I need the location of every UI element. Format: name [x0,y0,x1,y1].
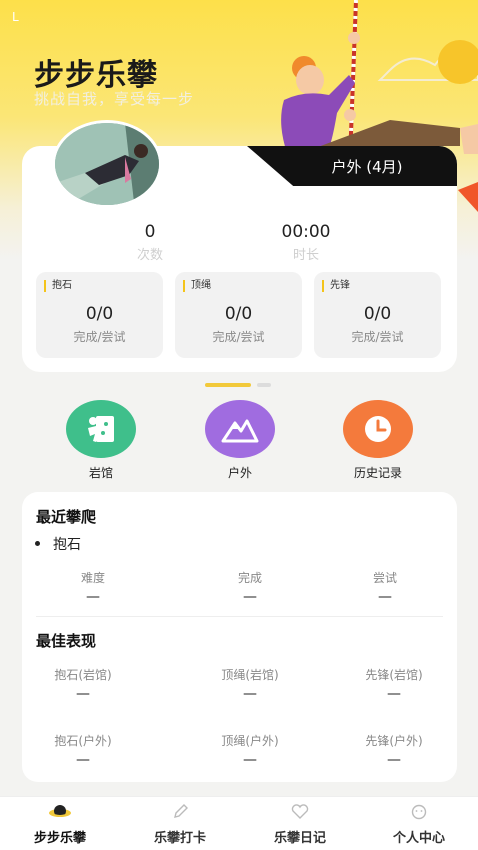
col-value: — [387,686,401,702]
tab-checkin[interactable]: 乐攀打卡 [125,803,235,846]
best-lead-gym: 先锋(岩馆) — [339,666,449,702]
type-caption: 完成/尝试 [351,330,404,344]
col-value: — [76,686,90,702]
recent-item-label: 抱石 [53,537,81,553]
app-subtitle: 挑战自我，享受每一步 [34,90,195,108]
col-value: — [243,589,257,605]
quick-action-label: 户外 [227,466,252,480]
col-header: 顶绳(户外) [221,734,279,748]
duration-label: 时长 [292,248,319,263]
col-value: — [243,686,257,702]
quick-action-outdoor[interactable]: 户外 [205,400,275,481]
tab-label: 个人中心 [392,831,445,846]
col-value: — [243,752,257,768]
status-mark: L [12,10,19,24]
tab-diary[interactable]: 乐攀日记 [245,803,355,846]
type-value: 0/0 [224,304,253,324]
pager-dots [205,383,275,387]
mountain-icon[interactable] [205,400,275,458]
gym-icon[interactable] [66,400,136,458]
tab-label: 乐攀打卡 [153,831,206,846]
quick-action-label: 历史记录 [353,466,402,480]
pencil-icon [125,803,235,821]
clock-icon[interactable] [343,400,413,458]
quick-action-gym[interactable]: 岩馆 [66,400,136,481]
col-value: — [387,752,401,768]
type-card-bouldering[interactable]: 抱石 0/0 完成/尝试 [36,272,163,358]
best-title: 最佳表现 [36,632,97,650]
col-header: 完成 [237,571,262,585]
quick-action-history[interactable]: 历史记录 [343,400,413,481]
duration-value: 00:00 [281,222,331,242]
period-tab[interactable]: 户外 (4月) [247,146,457,186]
climber-photo [52,120,162,208]
col-header: 尝试 [372,571,397,585]
col-header: 顶绳(岩馆) [221,668,279,682]
divider [36,616,443,617]
tab-label: 乐攀日记 [273,831,326,846]
bottom-tab-bar: 步步乐攀 乐攀打卡 乐攀日记 个人中心 [0,796,478,850]
recent-col-completed: 完成 — [195,569,305,605]
recent-col-difficulty: 难度 — [38,569,148,605]
planet-icon [5,803,115,821]
type-tag: 顶绳 [183,280,211,292]
col-header: 难度 [80,571,105,585]
tab-home[interactable]: 步步乐攀 [5,803,115,846]
col-value: — [76,752,90,768]
records-panel: 最近攀爬 抱石 难度 — 完成 — 尝试 — 最佳表现 抱石(岩馆) — 顶绳(… [22,492,457,782]
type-card-lead[interactable]: 先锋 0/0 完成/尝试 [314,272,441,358]
best-lead-outdoor: 先锋(户外) — [339,732,449,768]
smile-icon [364,803,474,821]
pager-dot[interactable] [257,383,271,387]
col-header: 先锋(岩馆) [365,668,423,682]
best-toprope-gym: 顶绳(岩馆) — [195,666,305,702]
col-value: — [86,589,100,605]
col-header: 抱石(岩馆) [54,668,112,682]
recent-col-attempts: 尝试 — [330,569,440,605]
best-bouldering-gym: 抱石(岩馆) — [28,666,138,702]
best-toprope-outdoor: 顶绳(户外) — [195,732,305,768]
recent-title: 最近攀爬 [36,508,97,526]
quick-action-label: 岩馆 [88,466,113,480]
best-bouldering-outdoor: 抱石(户外) — [28,732,138,768]
col-header: 抱石(户外) [54,734,112,748]
type-tag: 先锋 [322,280,350,292]
col-value: — [378,589,392,605]
pager-dot-active[interactable] [205,383,251,387]
type-caption: 完成/尝试 [73,330,126,344]
type-value: 0/0 [363,304,392,324]
tab-label: 步步乐攀 [33,831,86,846]
type-value: 0/0 [85,304,114,324]
type-caption: 完成/尝试 [212,330,265,344]
col-header: 先锋(户外) [365,734,423,748]
type-tag: 抱石 [44,280,72,292]
bullet-dot [35,541,40,546]
count-value: 0 [144,222,156,242]
count-label: 次数 [136,248,163,263]
type-card-toprope[interactable]: 顶绳 0/0 完成/尝试 [175,272,302,358]
heart-icon [245,803,355,821]
tab-profile[interactable]: 个人中心 [364,803,474,846]
